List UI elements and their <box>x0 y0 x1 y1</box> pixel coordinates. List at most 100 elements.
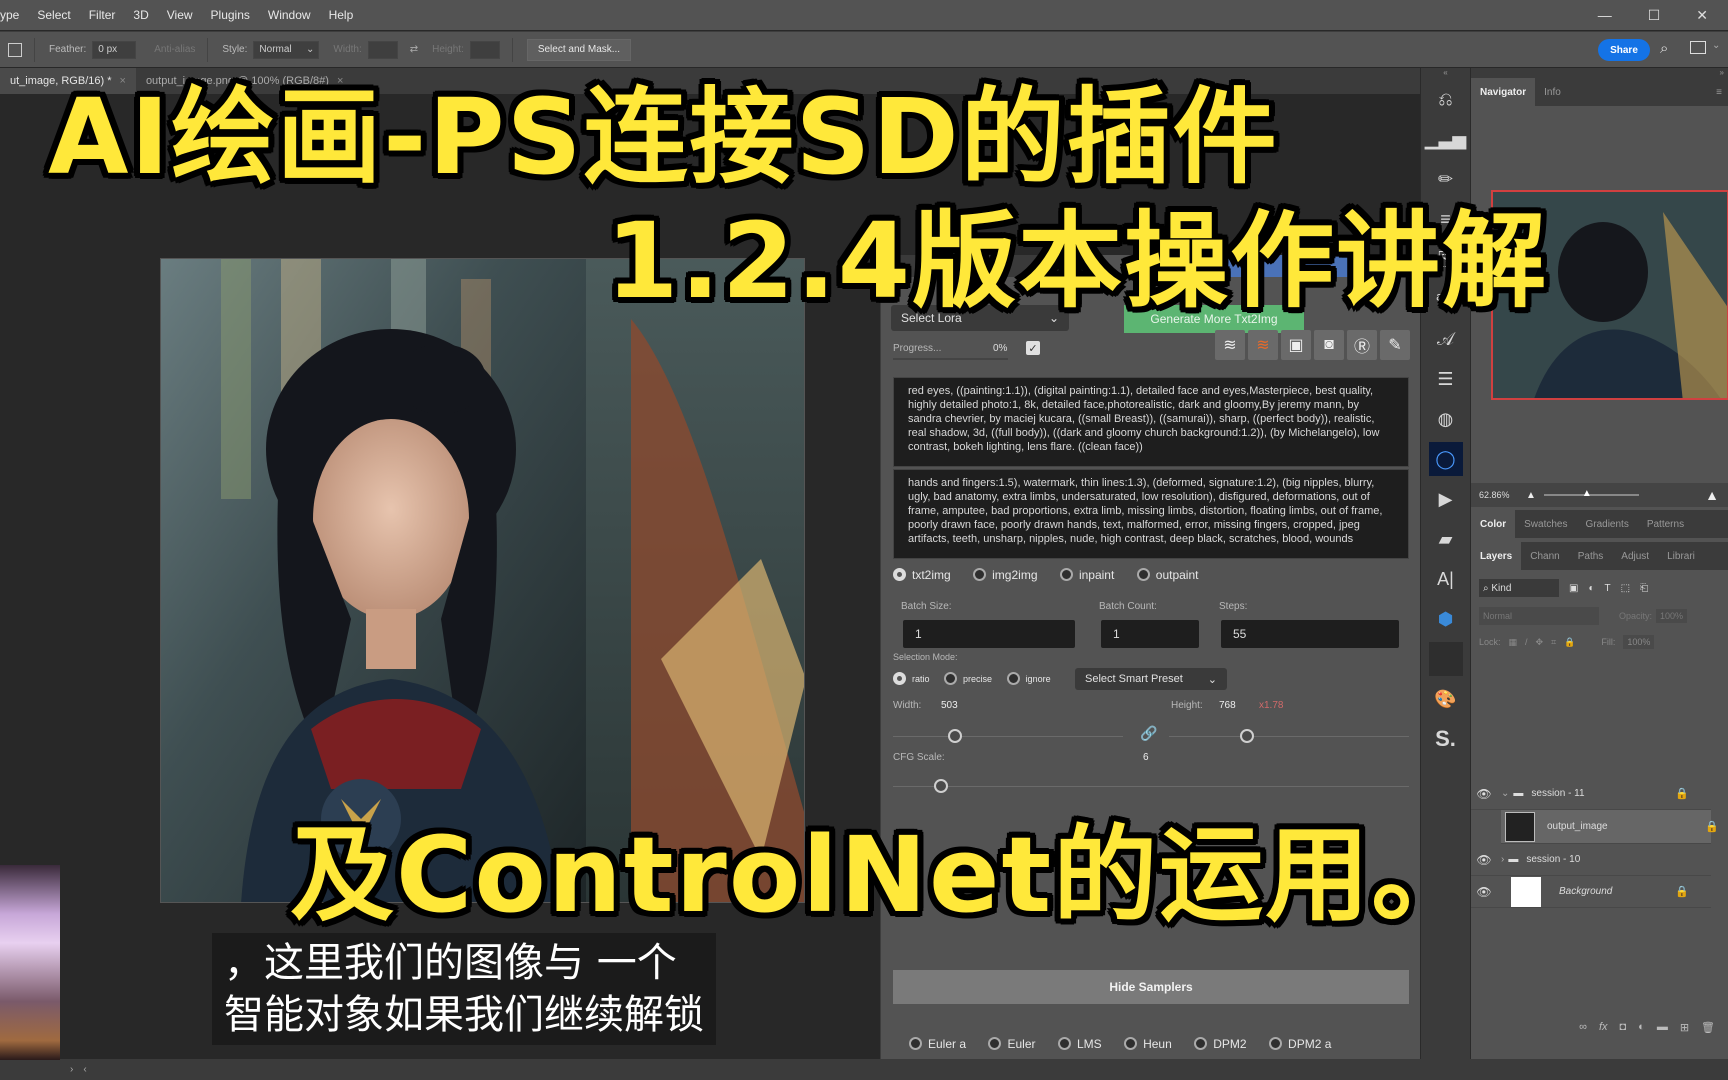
radio-precise[interactable] <box>944 672 958 685</box>
layers-check-icon[interactable]: ≋ <box>1215 330 1245 360</box>
width-slider-knob[interactable] <box>948 729 962 743</box>
negative-prompt-textarea[interactable]: hands and fingers:1.5), watermark, thin … <box>893 469 1409 559</box>
zoom-value[interactable]: 62.86% <box>1471 490 1526 500</box>
image-stack-icon[interactable]: ▣ <box>1281 330 1311 360</box>
batch-size-input[interactable]: 1 <box>903 620 1075 648</box>
height-input[interactable] <box>469 40 500 59</box>
height-slider-knob[interactable] <box>1240 729 1254 743</box>
document-image[interactable] <box>160 258 805 903</box>
chevron-down-icon[interactable]: ⌄ <box>1501 788 1509 799</box>
style-select[interactable]: Normal ⌄ <box>253 40 320 59</box>
brush-settings-icon[interactable]: ✏ <box>1429 162 1463 196</box>
close-icon[interactable]: ✕ <box>1696 7 1708 24</box>
radio-ignore[interactable] <box>1006 672 1020 685</box>
layer-group-session-10[interactable]: 👁 › ▬ session - 10 <box>1471 844 1711 876</box>
zoom-out-icon[interactable]: ▲ <box>1526 490 1536 501</box>
eye-icon[interactable]: 👁 <box>1471 787 1497 801</box>
paragraph-icon[interactable]: A| <box>1429 562 1463 596</box>
radio-img2img[interactable] <box>973 568 987 582</box>
radio-outpaint[interactable] <box>1136 568 1150 582</box>
panel-menu-icon[interactable]: ≡ <box>1716 87 1728 98</box>
select-and-mask-button[interactable]: Select and Mask... <box>526 38 632 61</box>
history-icon[interactable]: ⎌ <box>1429 82 1463 116</box>
glyphs-icon[interactable]: 𝒜 <box>1429 322 1463 356</box>
plugin-cube-icon[interactable]: ⬢ <box>1429 602 1463 636</box>
expand-icon[interactable]: » <box>1471 68 1728 78</box>
chevron-left-icon[interactable]: ‹ <box>83 1064 86 1075</box>
properties-icon[interactable]: ☰ <box>1429 362 1463 396</box>
menu-type[interactable]: ype <box>0 8 28 22</box>
radio-sampler-euler-a[interactable] <box>909 1037 922 1051</box>
tab-color[interactable]: Color <box>1471 510 1516 538</box>
fill-input[interactable]: 100% <box>1623 635 1655 649</box>
link-icon[interactable]: 🔗 <box>1140 725 1157 742</box>
tab-navigator[interactable]: Navigator <box>1471 78 1536 106</box>
minimize-icon[interactable]: — <box>1598 7 1612 23</box>
chevron-right-icon[interactable]: › <box>1501 854 1504 865</box>
radio-sampler-euler[interactable] <box>988 1037 1002 1051</box>
radio-inpaint[interactable] <box>1059 568 1073 582</box>
zoom-slider[interactable]: ▲ <box>1543 488 1639 499</box>
tab-swatches[interactable]: Swatches <box>1515 510 1576 538</box>
feather-input[interactable]: 0 px <box>92 40 137 59</box>
radio-ratio[interactable] <box>893 672 906 685</box>
radio-sampler-dpm2[interactable] <box>1194 1037 1208 1051</box>
menu-window[interactable]: Window <box>259 8 320 22</box>
stock-icon[interactable]: S. <box>1429 722 1463 756</box>
positive-prompt-textarea[interactable]: red eyes, ((painting:1.1)), (digital pai… <box>893 377 1409 467</box>
actions-icon[interactable]: ▶ <box>1429 482 1463 516</box>
cfg-slider-track[interactable] <box>893 786 1409 787</box>
zoom-in-icon[interactable]: ▲ <box>1705 487 1728 503</box>
radio-sampler-dpm2-a[interactable] <box>1269 1037 1283 1051</box>
steps-input[interactable]: 55 <box>1221 620 1399 648</box>
filter-pixel-icon[interactable]: ▣ <box>1569 583 1578 594</box>
width-slider-track[interactable] <box>893 736 1123 737</box>
tab-paths[interactable]: Paths <box>1569 542 1613 570</box>
link-layers-icon[interactable]: ∞ <box>1579 1021 1587 1033</box>
3d-icon[interactable]: ◍ <box>1429 402 1463 436</box>
width-input[interactable] <box>367 40 398 59</box>
radio-txt2img[interactable] <box>893 568 906 582</box>
chevron-down-icon[interactable]: ⌄ <box>1712 40 1720 51</box>
layer-background[interactable]: 👁 Background 🔒 <box>1471 876 1711 908</box>
tab-adjustments[interactable]: Adjust <box>1612 542 1658 570</box>
tab-patterns[interactable]: Patterns <box>1638 510 1693 538</box>
search-icon[interactable]: ⌕ <box>1660 40 1668 57</box>
filter-type-icon[interactable]: T <box>1605 583 1611 594</box>
lock-artboard-icon[interactable]: ⌗ <box>1551 637 1556 648</box>
tab-info[interactable]: Info <box>1535 78 1570 106</box>
lock-paint-icon[interactable]: / <box>1525 637 1528 647</box>
height-slider-track[interactable] <box>1169 736 1409 737</box>
new-group-icon[interactable]: ▬ <box>1657 1021 1668 1033</box>
tab-layers[interactable]: Layers <box>1471 542 1522 570</box>
radio-sampler-heun[interactable] <box>1124 1037 1138 1051</box>
palette-icon[interactable]: 🎨 <box>1429 682 1463 716</box>
filter-shape-icon[interactable]: ⬚ <box>1621 583 1630 594</box>
batch-count-input[interactable]: 1 <box>1101 620 1199 648</box>
blend-mode-select[interactable]: Normal <box>1479 607 1599 625</box>
zoom-slider-knob[interactable]: ▲ <box>1582 488 1592 499</box>
swap-icon[interactable]: ⇄ <box>410 44 418 55</box>
fx-icon[interactable]: fx <box>1599 1021 1608 1033</box>
kind-filter-select[interactable]: ⌕ Kind <box>1479 579 1559 597</box>
radio-sampler-lms[interactable] <box>1057 1037 1071 1051</box>
refresh-r-icon[interactable]: Ⓡ <box>1347 330 1377 360</box>
smart-preset-select[interactable]: Select Smart Preset ⌄ <box>1075 668 1227 690</box>
histogram-icon[interactable]: ▁▃▅ <box>1425 122 1467 156</box>
marquee-mode-icon[interactable] <box>8 42 22 57</box>
add-mask-icon[interactable]: ◘ <box>1620 1021 1627 1033</box>
menu-help[interactable]: Help <box>320 8 363 22</box>
menu-plugins[interactable]: Plugins <box>202 8 259 22</box>
antialias-checkbox[interactable]: Anti-alias <box>154 44 195 55</box>
filter-adjustment-icon[interactable]: ◐ <box>1588 583 1594 594</box>
share-button[interactable]: Share <box>1598 39 1650 61</box>
lock-all-icon[interactable]: 🔒 <box>1564 637 1575 648</box>
menu-filter[interactable]: Filter <box>80 8 125 22</box>
lock-transparent-icon[interactable]: ▦ <box>1509 637 1518 648</box>
chevron-right-icon[interactable]: › <box>70 1064 73 1075</box>
layers-orange-icon[interactable]: ≋ <box>1248 330 1278 360</box>
new-layer-icon[interactable]: ⊞ <box>1680 1021 1689 1034</box>
edit-note-icon[interactable]: ✎ <box>1380 330 1410 360</box>
tab-libraries[interactable]: Librari <box>1658 542 1704 570</box>
plugin-circle-icon[interactable]: ◯ <box>1428 442 1463 476</box>
